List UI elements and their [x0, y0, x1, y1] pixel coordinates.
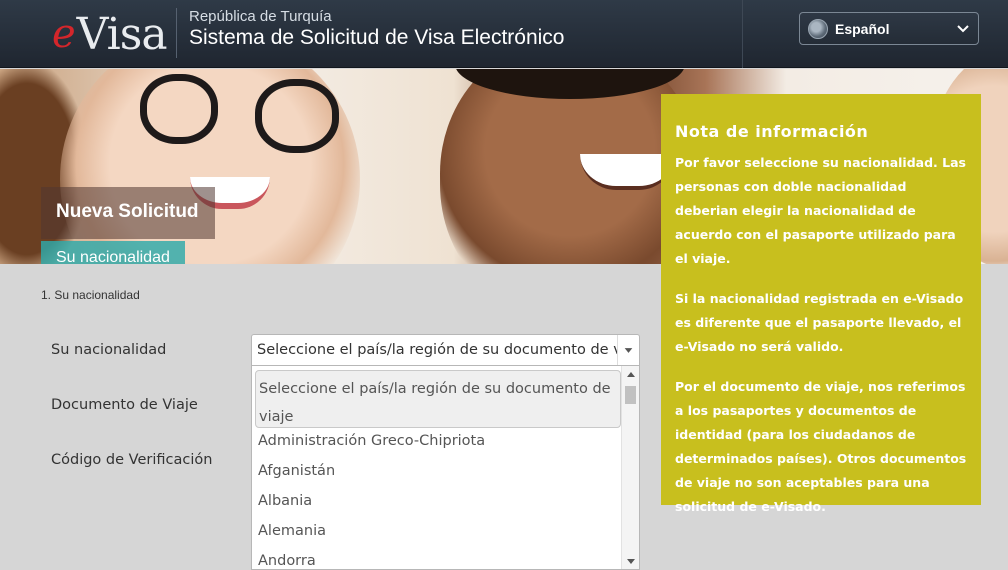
info-paragraph: Por favor seleccione su nacionalidad. La… [675, 155, 966, 266]
banner-photo-glasses [255, 79, 339, 153]
dropdown-option[interactable]: Alemania [258, 523, 326, 539]
nationality-label: Su nacionalidad [51, 342, 167, 358]
header-subtitle: República de Turquía [189, 8, 332, 25]
scroll-down-icon[interactable] [627, 559, 635, 564]
info-paragraph: Por el documento de viaje, nos referimos… [675, 379, 967, 514]
chevron-down-icon [957, 25, 969, 33]
info-note-title: Nota de información [675, 122, 869, 141]
current-step-tag: Su nacionalidad [41, 241, 185, 264]
language-label: Español [835, 20, 890, 37]
nationality-dropdown-list[interactable]: Seleccione el país/la región de su docum… [251, 366, 640, 570]
dropdown-option[interactable]: Andorra [258, 553, 316, 569]
banner-photo-glasses [140, 74, 218, 144]
scrollbar-thumb[interactable] [625, 386, 636, 404]
site-header: e Visa República de Turquía Sistema de So… [0, 0, 1008, 68]
scroll-up-icon[interactable] [627, 372, 635, 377]
dropdown-option[interactable]: Afganistán [258, 463, 335, 479]
dropdown-arrow-icon[interactable] [617, 335, 639, 365]
info-paragraph: Si la nacionalidad registrada en e-Visad… [675, 291, 964, 354]
dropdown-option-highlighted[interactable]: Seleccione el país/la región de su docum… [255, 370, 621, 428]
information-note: Nota de información Por favor seleccione… [661, 94, 981, 514]
dropdown-scrollbar[interactable] [621, 366, 639, 569]
dropdown-option[interactable]: Administración Greco-Chipriota [258, 433, 485, 449]
evisa-logo[interactable]: e Visa [52, 4, 168, 64]
verification-code-label: Código de Verificación [51, 452, 213, 468]
dropdown-option[interactable]: Albania [258, 493, 312, 509]
globe-icon [808, 18, 828, 39]
nationality-select-value: Seleccione el país/la región de su docum… [257, 342, 617, 358]
header-title: Sistema de Solicitud de Visa Electrónico [189, 26, 565, 49]
new-application-heading: Nueva Solicitud [41, 187, 215, 239]
language-selector[interactable]: Español [799, 12, 979, 45]
header-separator [742, 0, 743, 68]
travel-document-label: Documento de Viaje [51, 397, 198, 413]
step-label: 1. Su nacionalidad [41, 288, 140, 302]
nationality-select[interactable]: Seleccione el país/la región de su docum… [251, 334, 640, 366]
header-divider [176, 8, 177, 58]
